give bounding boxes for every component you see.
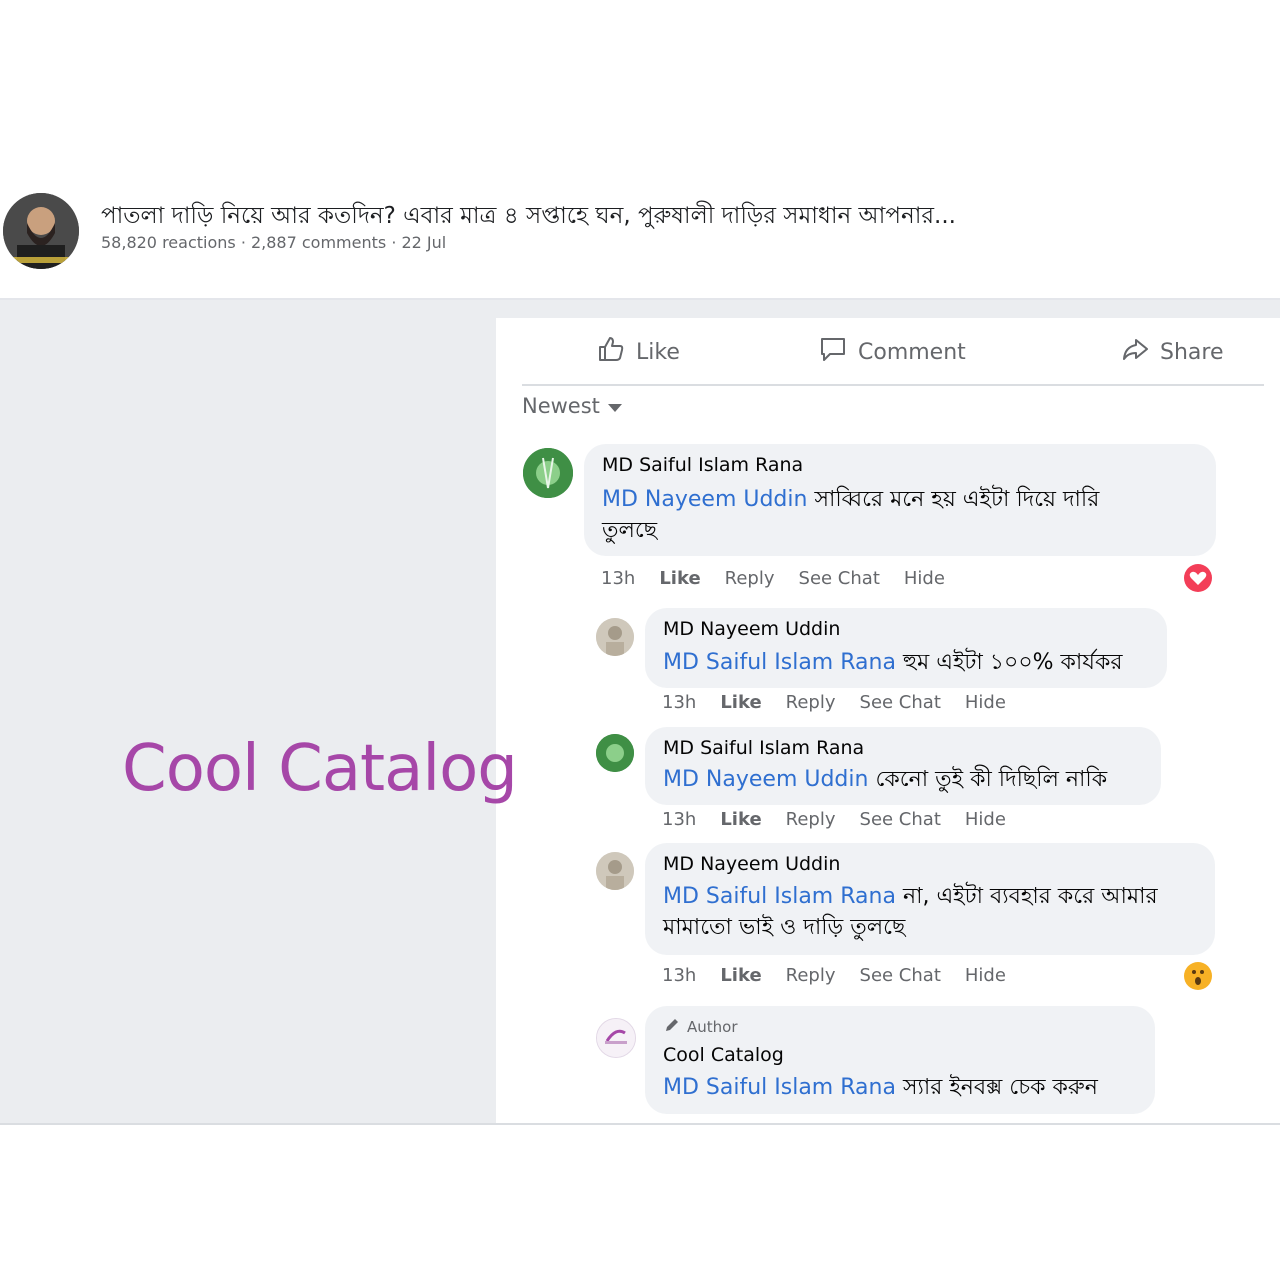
mention-link[interactable]: MD Saiful Islam Rana xyxy=(663,884,896,909)
author-badge: Author xyxy=(663,1016,738,1038)
see-chat-button[interactable]: See Chat xyxy=(860,809,941,830)
pencil-icon xyxy=(663,1016,681,1038)
hide-button[interactable]: Hide xyxy=(965,965,1006,986)
mention-link[interactable]: MD Nayeem Uddin xyxy=(602,487,807,512)
media-area-strip xyxy=(496,300,1280,318)
comment-reply-button[interactable]: Reply xyxy=(786,692,836,713)
comment-actions: 13h Like Reply See Chat Hide xyxy=(662,809,1006,830)
mention-link[interactable]: MD Saiful Islam Rana xyxy=(663,1075,896,1100)
comment-body: হুম এইটা ১০০% কার্যকর xyxy=(895,650,1123,675)
avatar[interactable] xyxy=(596,734,634,772)
comment-bubble: Author Cool Catalog MD Saiful Islam Rana… xyxy=(645,1006,1155,1114)
comment-like-button[interactable]: Like xyxy=(720,965,761,986)
share-action[interactable]: Share xyxy=(1120,334,1224,370)
comment-reply-button[interactable]: Reply xyxy=(786,965,836,986)
comment-like-button[interactable]: Like xyxy=(720,809,761,830)
thumbs-up-icon xyxy=(596,334,626,370)
hide-button[interactable]: Hide xyxy=(965,809,1006,830)
see-chat-button[interactable]: See Chat xyxy=(799,568,880,589)
like-label: Like xyxy=(636,339,680,365)
comment-sort-dropdown[interactable]: Newest xyxy=(522,394,622,418)
comment-time[interactable]: 13h xyxy=(662,965,696,986)
avatar[interactable] xyxy=(596,618,634,656)
comment-author[interactable]: MD Saiful Islam Rana xyxy=(663,737,864,759)
comment-actions: 13h Like Reply See Chat Hide xyxy=(662,692,1006,713)
comment-bubble: MD Nayeem Uddin MD Saiful Islam Rana হুম… xyxy=(645,608,1167,688)
comment-body-line2: তুলছে xyxy=(602,518,658,543)
heart-reaction-icon[interactable] xyxy=(1184,564,1212,592)
comment-author[interactable]: Cool Catalog xyxy=(663,1044,784,1066)
divider xyxy=(0,1123,1280,1125)
comment-text: MD Saiful Islam Rana না, এইটা ব্যবহার কর… xyxy=(663,881,1158,943)
comment-bubble: MD Saiful Islam Rana MD Nayeem Uddin কেন… xyxy=(645,727,1161,805)
chevron-down-icon xyxy=(607,404,622,412)
post-meta: 58,820 reactions · 2,887 comments · 22 J… xyxy=(101,233,447,252)
hide-button[interactable]: Hide xyxy=(965,692,1006,713)
comment-actions: 13h Like Reply See Chat Hide xyxy=(601,568,945,589)
comment-body: না, এইটা ব্যবহার করে আমার xyxy=(895,884,1158,909)
comment-author[interactable]: MD Nayeem Uddin xyxy=(663,618,840,640)
comment-like-button[interactable]: Like xyxy=(720,692,761,713)
comment-text: MD Nayeem Uddin কেনো তুই কী দিছিলি নাকি xyxy=(663,764,1107,795)
post-header: পাতলা দাড়ি নিয়ে আর কতদিন? এবার মাত্র ৪… xyxy=(0,185,1280,285)
comment-text: MD Saiful Islam Rana স্যার ইনবক্স চেক কর… xyxy=(663,1072,1098,1103)
comment-body: কেনো তুই কী দিছিলি নাকি xyxy=(868,767,1108,792)
post-title[interactable]: পাতলা দাড়ি নিয়ে আর কতদিন? এবার মাত্র ৪… xyxy=(101,197,1271,236)
comment-time[interactable]: 13h xyxy=(662,809,696,830)
comment-reply-button[interactable]: Reply xyxy=(725,568,775,589)
media-area xyxy=(0,300,496,1123)
post-action-bar: Like Comment Share xyxy=(522,318,1264,386)
comment-bubble: MD Saiful Islam Rana MD Nayeem Uddin সাব… xyxy=(584,444,1216,556)
comment-bubble: MD Nayeem Uddin MD Saiful Islam Rana না,… xyxy=(645,843,1215,955)
comment-body: সাব্বিরে মনে হয় এইটা দিয়ে দারি xyxy=(807,487,1100,512)
mention-link[interactable]: MD Saiful Islam Rana xyxy=(663,650,896,675)
avatar[interactable] xyxy=(523,448,573,498)
comment-reply-button[interactable]: Reply xyxy=(786,809,836,830)
comments-panel: Like Comment Share Newest MD Saiful Isla… xyxy=(496,318,1280,1123)
mention-link[interactable]: MD Nayeem Uddin xyxy=(663,767,868,792)
comment-author[interactable]: MD Nayeem Uddin xyxy=(663,853,840,875)
watermark-text: Cool Catalog xyxy=(122,732,518,806)
comment-like-button[interactable]: Like xyxy=(659,568,700,589)
wow-reaction-icon[interactable] xyxy=(1184,962,1212,990)
author-badge-label: Author xyxy=(687,1018,738,1036)
comment-text: MD Nayeem Uddin সাব্বিরে মনে হয় এইটা দি… xyxy=(602,484,1099,546)
hide-button[interactable]: Hide xyxy=(904,568,945,589)
comment-time[interactable]: 13h xyxy=(662,692,696,713)
share-arrow-icon xyxy=(1120,334,1150,370)
post-page-avatar[interactable] xyxy=(3,193,79,269)
comment-text: MD Saiful Islam Rana হুম এইটা ১০০% কার্য… xyxy=(663,647,1122,678)
comment-author[interactable]: MD Saiful Islam Rana xyxy=(602,454,803,476)
comment-actions: 13h Like Reply See Chat Hide xyxy=(662,965,1006,986)
comment-time[interactable]: 13h xyxy=(601,568,635,589)
avatar[interactable] xyxy=(596,1018,636,1058)
comment-body: স্যার ইনবক্স চেক করুন xyxy=(895,1075,1098,1100)
like-action[interactable]: Like xyxy=(596,334,680,370)
comment-label: Comment xyxy=(858,339,966,365)
sort-label: Newest xyxy=(522,394,600,418)
share-label: Share xyxy=(1160,339,1224,365)
speech-bubble-icon xyxy=(818,334,848,370)
comment-action[interactable]: Comment xyxy=(818,334,966,370)
see-chat-button[interactable]: See Chat xyxy=(860,692,941,713)
avatar[interactable] xyxy=(596,852,634,890)
comment-body-line2: মামাতো ভাই ও দাড়ি তুলছে xyxy=(663,915,906,940)
see-chat-button[interactable]: See Chat xyxy=(860,965,941,986)
